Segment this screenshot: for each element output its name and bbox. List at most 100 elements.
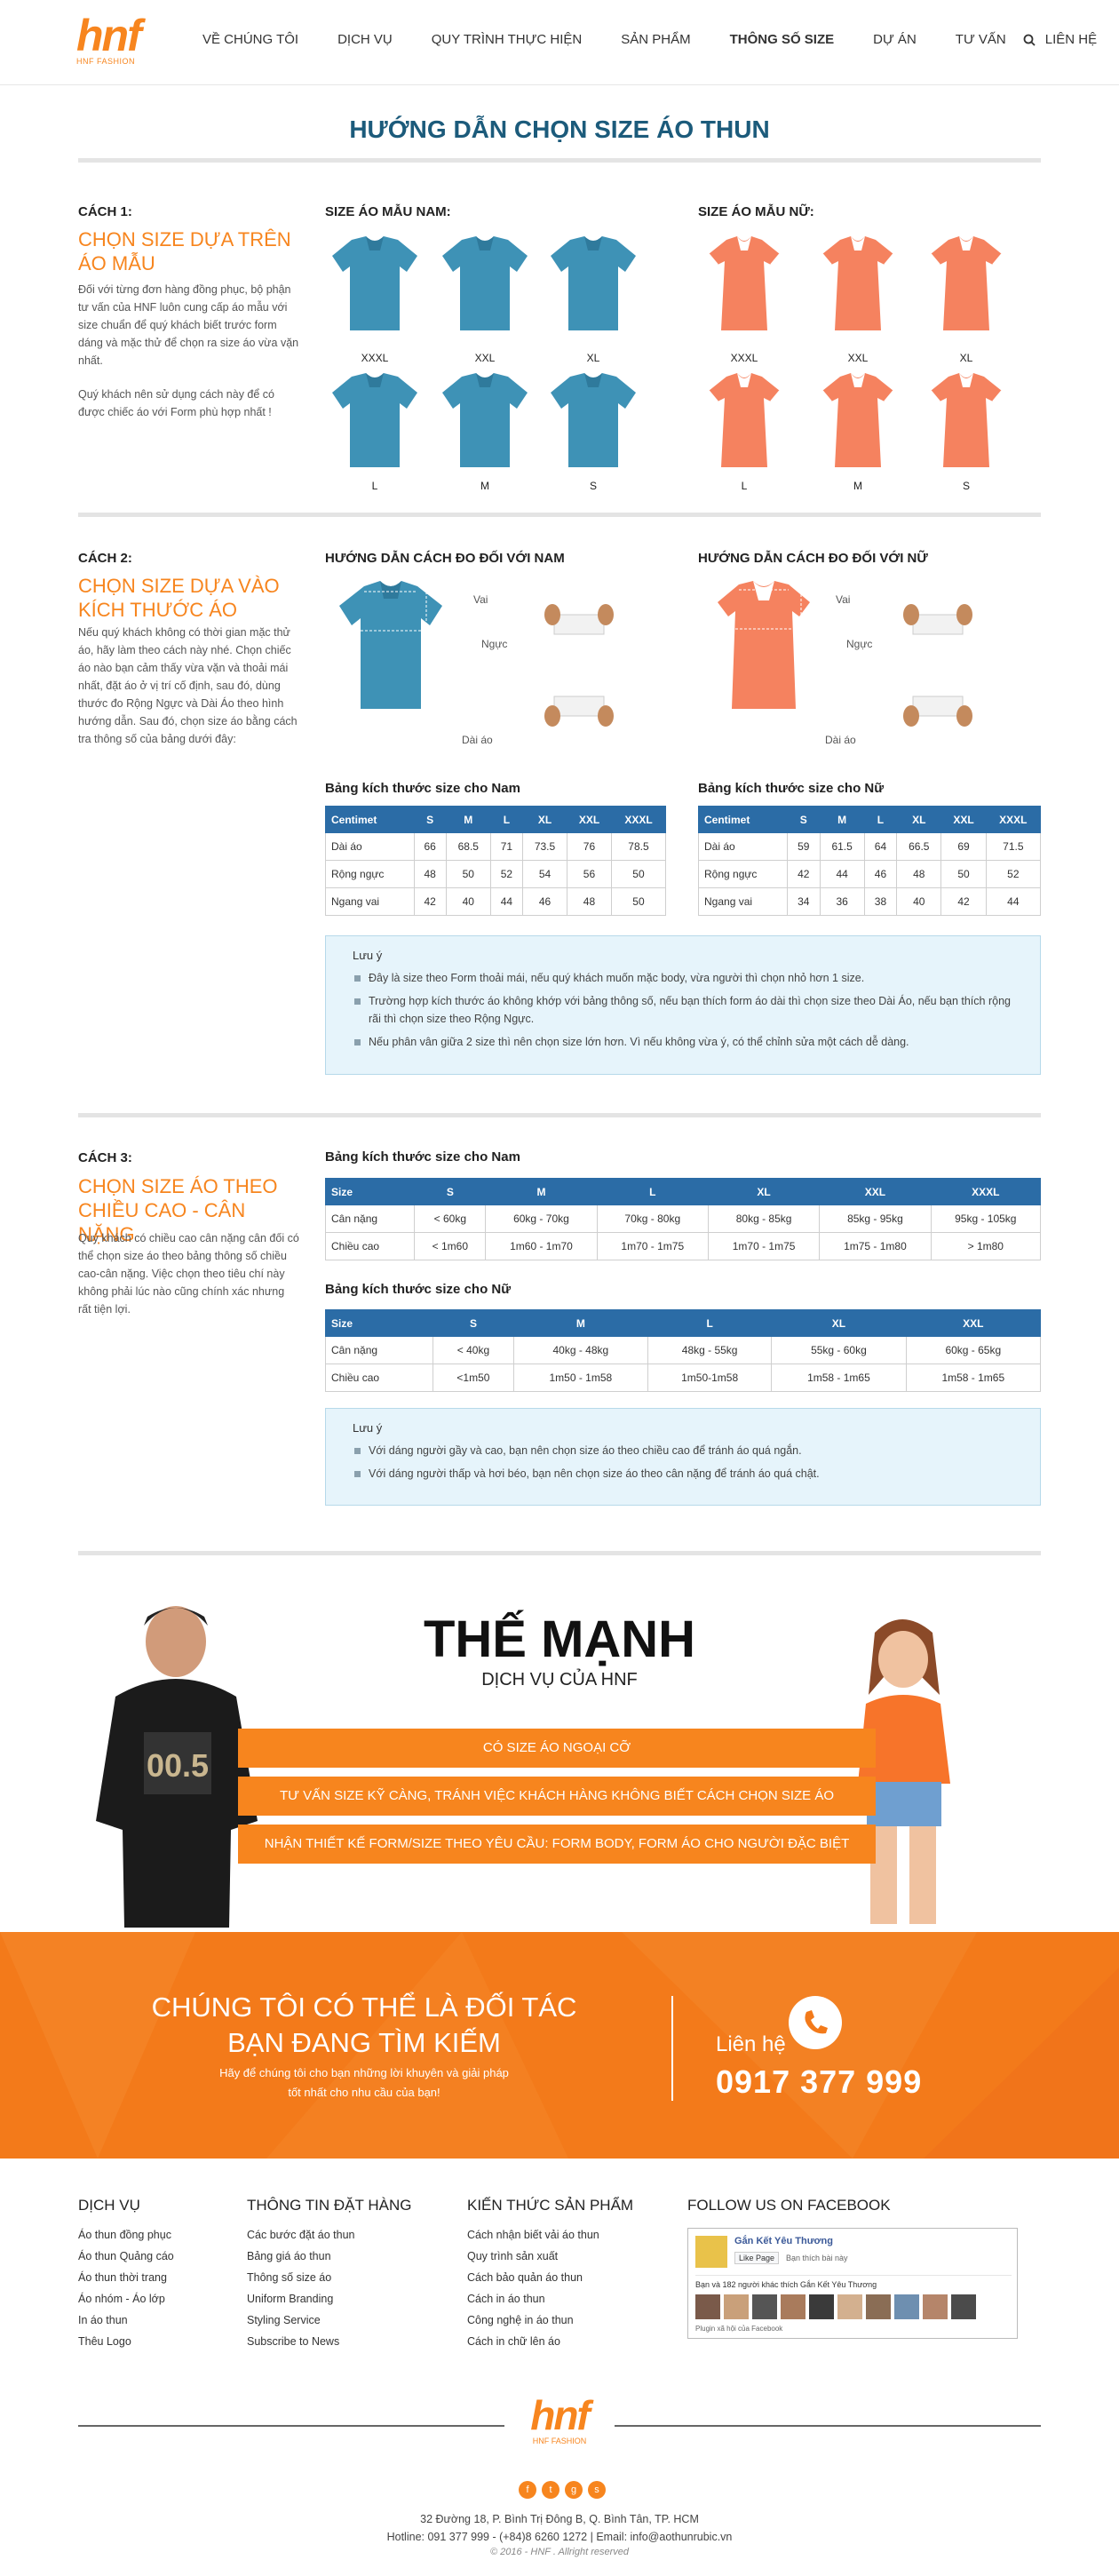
male-sample-shirt [440,371,529,473]
logo-subtitle: HNF FASHION [76,57,136,66]
fb-friend-avatar[interactable] [951,2294,976,2319]
table-header-row: Centimet S M L XL XXL XXXL [325,806,667,833]
facebook-icon[interactable]: f [519,2481,536,2499]
table-cell: 61.5 [819,832,865,861]
nav-item-about[interactable]: VỀ CHÚNG TÔI [202,32,298,47]
contact-banner: CHÚNG TÔI CÓ THỂ LÀ ĐỐI TÁC BẠN ĐANG TÌM … [0,1932,1119,2159]
phone-icon [789,1996,842,2049]
fb-friend-avatar[interactable] [809,2294,834,2319]
footer-link[interactable]: Uniform Branding [247,2288,355,2310]
footer-link[interactable]: Áo thun Quảng cáo [78,2246,174,2267]
footer-link[interactable]: Styling Service [247,2310,355,2331]
footer-link[interactable]: Cách in chữ lên áo [467,2331,599,2352]
step2-note-box: Lưu ý Đây là size theo Form thoải mái, n… [325,935,1041,1075]
fb-friend-avatar[interactable] [866,2294,891,2319]
table-cell: 60kg - 70kg [485,1205,598,1233]
table-row: Cân nặng < 60kg 60kg - 70kg 70kg - 80kg 80kg… [324,1205,1042,1233]
fb-friend-avatar[interactable] [752,2294,777,2319]
fb-liked-text: Bạn thích bài này [786,2254,848,2262]
footer-address: 32 Đường 18, P. Bình Trị Đông B, Q. Bình… [420,2513,699,2525]
logo[interactable]: hnf HNF FASHION [76,12,158,73]
footer-links-services: Áo thun đồng phục Áo thun Quảng cáo Áo t… [78,2224,174,2352]
banner-headline-line2: BẠN ĐANG TÌM KIẾM [227,2027,501,2058]
skype-icon[interactable]: s [588,2481,606,2499]
table-cell: 44 [985,887,1042,916]
table-row: Dài áo 59 61.5 64 66.5 69 71.5 [697,832,1042,861]
twitter-icon[interactable]: t [542,2481,560,2499]
nav-item-size[interactable]: THÔNG SỐ SIZE [730,32,835,47]
footer-link[interactable]: In áo thun [78,2310,174,2331]
footer-link[interactable]: Thêu Logo [78,2331,174,2352]
footer-col-title: KIẾN THỨC SẢN PHẨM [467,2197,634,2214]
fb-friend-avatar[interactable] [837,2294,862,2319]
nav-item-products[interactable]: SẢN PHẨM [621,32,690,47]
table-header-cell: XL [522,806,567,833]
banner-phone[interactable]: 0917 377 999 [716,2063,922,2101]
footer-col-title: FOLLOW US ON FACEBOOK [687,2197,891,2214]
footer-link[interactable]: Áo nhóm - Áo lớp [78,2288,174,2310]
table-row: Ngang vai 42 40 44 46 48 50 [325,887,667,916]
step2-male-table-title: Bảng kích thước size cho Nam [325,781,520,796]
hands-illustration [544,696,614,727]
search-icon[interactable] [1023,34,1036,46]
footer-link[interactable]: Cách nhận biết vải áo thun [467,2224,599,2246]
table-cell: 1m58 - 1m65 [771,1364,907,1392]
nav-item-process[interactable]: QUY TRÌNH THỰC HIỆN [432,32,583,47]
footer-link[interactable]: Subscribe to News [247,2331,355,2352]
nav-item-contact[interactable]: LIÊN HỆ [1045,32,1097,47]
table-cell: 71.5 [985,832,1042,861]
fb-friend-avatar[interactable] [781,2294,806,2319]
step1-desc: Đối với từng đơn hàng đồng phục, bộ phận… [78,283,299,367]
fb-friend-avatar[interactable] [695,2294,720,2319]
footer-link[interactable]: Quy trình sản xuất [467,2246,599,2267]
fb-friend-avatar[interactable] [724,2294,749,2319]
google-plus-icon[interactable]: g [565,2481,583,2499]
table-header-cell: L [863,806,898,833]
table-cell: < 1m60 [414,1232,487,1260]
step2-female-table-wrap: Centimet S M L XL XXL XXXL Dài áo 59 61.5 64 66.5 69… [697,806,1042,916]
table-cell: 50 [610,887,667,916]
fb-page-name[interactable]: Gắn Kết Yêu Thương [734,2236,833,2246]
table-header-row: Size S M L XL XXL XXXL [324,1178,1042,1205]
footer-link[interactable]: Bảng giá áo thun [247,2246,355,2267]
nav-item-consult[interactable]: TƯ VẤN [956,32,1006,47]
note-item: Với dáng người gầy và cao, bạn nên chọn … [353,1442,1013,1459]
shirt-size-label: L [371,480,378,492]
table-cell: Rộng ngực [697,860,789,888]
nav-item-projects[interactable]: DỰ ÁN [873,32,917,47]
female-sample-shirt [929,235,1004,337]
banner-contact-label: Liên hệ [716,2032,786,2056]
table-cell: Ngang vai [697,887,789,916]
fb-friend-avatar[interactable] [894,2294,919,2319]
nav-item-services[interactable]: DỊCH VỤ [337,32,393,47]
table-cell: 46 [522,887,567,916]
fb-like-button[interactable]: Like Page [734,2252,780,2264]
male-sample-shirt [549,371,638,473]
table-cell: 50 [940,860,987,888]
footer-link[interactable]: Công nghệ in áo thun [467,2310,599,2331]
site-header: hnf HNF FASHION VỀ CHÚNG TÔI DỊCH VỤ QUY… [0,0,1119,85]
table-cell: 40 [896,887,942,916]
note-item: Đây là size theo Form thoải mái, nếu quý… [353,969,1013,987]
footer-link[interactable]: Áo thun đồng phục [78,2224,174,2246]
table-cell: <1m50 [433,1364,514,1392]
footer-link[interactable]: Các bước đặt áo thun [247,2224,355,2246]
table-cell: 48kg - 55kg [647,1336,773,1364]
footer-logo[interactable]: hnf HNF FASHION [519,2394,600,2447]
step3-label: CÁCH 3: [78,1150,132,1165]
table-cell: 76 [567,832,612,861]
table-row: Cân nặng < 40kg 40kg - 48kg 48kg - 55kg 55kg… [324,1336,1042,1364]
footer-link[interactable]: Cách bảo quản áo thun [467,2267,599,2288]
table-cell: 70kg - 80kg [596,1205,709,1233]
male-measure-heading: HƯỚNG DẪN CÁCH ĐO ĐỐI VỚI NAM [325,551,565,566]
page: hnf HNF FASHION VỀ CHÚNG TÔI DỊCH VỤ QUY… [0,0,1119,2576]
footer-link[interactable]: Cách in áo thun [467,2288,599,2310]
strength-item: CÓ SIZE ÁO NGOẠI CỠ [238,1729,876,1768]
footer-logo-mark: hnf [530,2392,591,2438]
fb-friend-avatar[interactable] [923,2294,948,2319]
table-cell: Cân nặng [324,1205,416,1233]
footer-link[interactable]: Áo thun thời trang [78,2267,174,2288]
footer-links-knowledge: Cách nhận biết vải áo thun Quy trình sản… [467,2224,599,2352]
facebook-widget[interactable]: Gắn Kết Yêu Thương Like Page Bạn thích b… [687,2228,1018,2339]
footer-link[interactable]: Thông số size áo [247,2267,355,2288]
